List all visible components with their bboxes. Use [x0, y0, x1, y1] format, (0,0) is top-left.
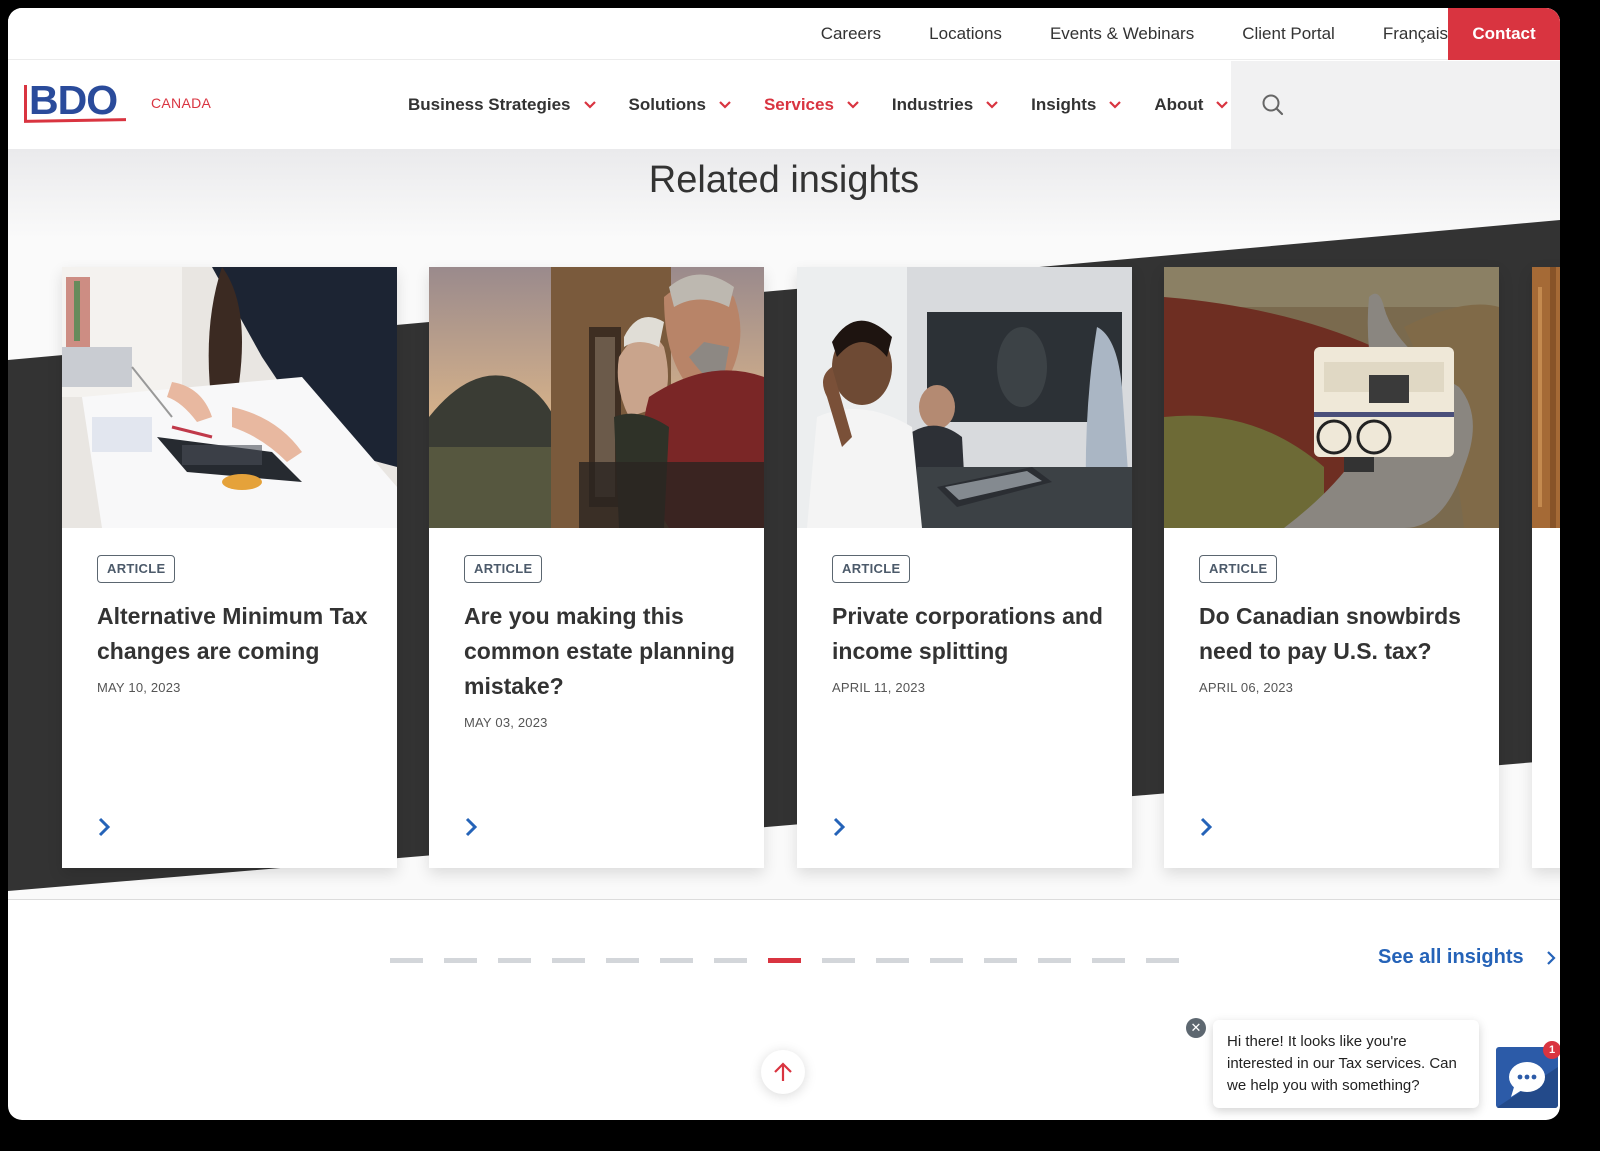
chevron-right-icon	[1546, 950, 1556, 965]
pagination-dot[interactable]	[876, 958, 909, 963]
pagination-dot-active[interactable]	[768, 958, 801, 963]
nav-item-about[interactable]: About	[1154, 95, 1229, 115]
nav-item-label: Industries	[891, 95, 974, 114]
nav-item-business-strategies[interactable]: Business Strategies	[408, 95, 597, 115]
browser-viewport: Careers Locations Events & Webinars Clie…	[8, 8, 1560, 1120]
insight-card[interactable]: ARTICLE Private corporations and income …	[797, 267, 1132, 868]
card-image-couple-sunset	[429, 267, 764, 528]
nav-item-industries[interactable]: Industries	[892, 95, 999, 115]
card-image-partial	[1532, 267, 1560, 528]
section-divider	[8, 899, 1560, 900]
chevron-right-icon[interactable]	[96, 816, 112, 838]
nav-item-label: Insights	[1031, 95, 1097, 114]
pagination-dot[interactable]	[984, 958, 1017, 963]
content-type-badge: ARTICLE	[464, 555, 543, 583]
content-type-badge: ARTICLE	[97, 555, 176, 583]
search-toggle[interactable]	[1231, 61, 1560, 149]
pagination-dot[interactable]	[714, 958, 747, 963]
pagination-dot[interactable]	[552, 958, 585, 963]
card-image-calculator	[62, 267, 397, 528]
chevron-right-icon[interactable]	[1198, 816, 1214, 838]
logo-red-vertical-bar	[24, 85, 27, 121]
utility-link-locations[interactable]: Locations	[929, 24, 1002, 44]
chat-prompt-bubble[interactable]: Hi there! It looks like you're intereste…	[1213, 1020, 1479, 1108]
card-title[interactable]: Do Canadian snowbirds need to pay U.S. t…	[1199, 599, 1484, 669]
search-icon	[1262, 94, 1284, 116]
nav-item-label: Services	[763, 95, 834, 114]
pagination-dot[interactable]	[444, 958, 477, 963]
pagination-dot[interactable]	[390, 958, 423, 963]
card-title[interactable]: Private corporations and income splittin…	[832, 599, 1117, 669]
utility-link-careers[interactable]: Careers	[821, 24, 881, 44]
main-navigation: BDO CANADA Business Strategies Solutions…	[8, 61, 1560, 149]
insight-card[interactable]: ARTICLE Alternative Minimum Tax changes …	[62, 267, 397, 868]
pagination-dot[interactable]	[1092, 958, 1125, 963]
card-date: APRIL 11, 2023	[832, 680, 926, 695]
chevron-down-icon	[719, 101, 731, 109]
chevron-down-icon	[986, 101, 998, 109]
content-type-badge: ARTICLE	[1199, 555, 1278, 583]
primary-menu: Business Strategies Solutions Services I…	[408, 61, 1261, 149]
pagination-dot[interactable]	[930, 958, 963, 963]
pagination-dot[interactable]	[1146, 958, 1179, 963]
chevron-down-icon	[847, 101, 859, 109]
related-insights-section: Related insights ARTICLE Alternative Min…	[8, 149, 1560, 899]
chat-close-icon[interactable]: ✕	[1186, 1018, 1206, 1038]
chevron-down-icon	[1216, 101, 1229, 109]
notification-badge: 1	[1543, 1041, 1560, 1059]
card-date: MAY 10, 2023	[97, 680, 181, 695]
card-image-rv-road	[1164, 267, 1499, 528]
card-date: MAY 03, 2023	[464, 715, 548, 730]
chevron-down-icon	[1109, 101, 1122, 109]
pagination-dot[interactable]	[822, 958, 855, 963]
chevron-right-icon[interactable]	[831, 816, 847, 838]
card-image-meeting-presentation	[797, 267, 1132, 528]
nav-item-label: Business Strategies	[408, 95, 571, 114]
content-type-badge: ARTICLE	[832, 555, 911, 583]
insight-card-partial[interactable]	[1532, 267, 1560, 868]
utility-bar: Careers Locations Events & Webinars Clie…	[8, 8, 1560, 60]
nav-item-solutions[interactable]: Solutions	[629, 95, 732, 115]
contact-button[interactable]: Contact	[1448, 8, 1560, 60]
insight-card[interactable]: ARTICLE Are you making this common estat…	[429, 267, 764, 868]
arrow-up-icon	[774, 1062, 792, 1081]
chevron-down-icon	[583, 101, 596, 109]
utility-link-events-webinars[interactable]: Events & Webinars	[1050, 24, 1194, 44]
utility-links: Careers Locations Events & Webinars Clie…	[773, 8, 1448, 60]
country-label: CANADA	[151, 95, 212, 111]
utility-link-client-portal[interactable]: Client Portal	[1242, 24, 1335, 44]
see-all-label: See all insights	[1378, 946, 1524, 968]
card-title[interactable]: Alternative Minimum Tax changes are comi…	[97, 599, 382, 669]
pagination-dot[interactable]	[660, 958, 693, 963]
section-title: Related insights	[648, 159, 920, 201]
insight-card[interactable]: ARTICLE Do Canadian snowbirds need to pa…	[1164, 267, 1499, 868]
chevron-right-icon[interactable]	[463, 816, 479, 838]
nav-item-insights[interactable]: Insights	[1031, 95, 1122, 115]
nav-item-label: About	[1154, 95, 1204, 114]
see-all-insights-link[interactable]: See all insights	[1378, 946, 1556, 969]
card-title[interactable]: Are you making this common estate planni…	[464, 599, 749, 704]
bdo-logo[interactable]: BDO	[22, 77, 128, 129]
nav-item-services[interactable]: Services	[764, 95, 860, 115]
card-date: APRIL 06, 2023	[1199, 680, 1294, 695]
pagination-dot[interactable]	[498, 958, 531, 963]
utility-link-francais[interactable]: Français	[1383, 24, 1448, 44]
nav-item-label: Solutions	[628, 95, 706, 114]
logo-text: BDO	[29, 77, 118, 123]
carousel-pagination	[390, 958, 1200, 963]
back-to-top-button[interactable]	[761, 1050, 805, 1094]
pagination-dot[interactable]	[606, 958, 639, 963]
pagination-dot[interactable]	[1038, 958, 1071, 963]
